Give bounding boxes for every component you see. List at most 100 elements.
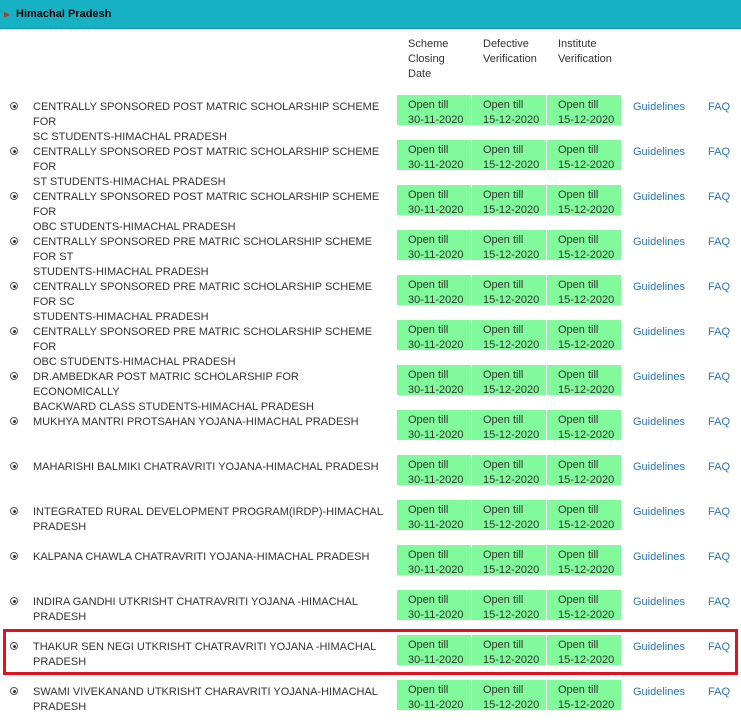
institute-verification-badge-line: Open till xyxy=(558,594,599,606)
institute-verification-badge: Open till 15-12-2020 xyxy=(547,230,621,261)
institute-verification-badge-line: Open till xyxy=(558,504,599,516)
column-header-institute: Institute Verification xyxy=(558,37,630,67)
radio-button[interactable] xyxy=(10,462,18,470)
column-header-closing-line: Closing xyxy=(408,53,445,65)
radio-button[interactable] xyxy=(10,507,18,515)
closing-date-badge-line: 30-11-2020 xyxy=(408,384,464,396)
faq-link[interactable]: FAQ xyxy=(708,415,730,430)
institute-verification-badge-line: 15-12-2020 xyxy=(558,114,615,126)
guidelines-link[interactable]: Guidelines xyxy=(633,235,685,250)
radio-button[interactable] xyxy=(10,417,18,425)
institute-verification-badge: Open till 15-12-2020 xyxy=(547,365,621,396)
closing-date-badge-line: Open till xyxy=(408,234,449,246)
faq-link[interactable]: FAQ xyxy=(708,685,730,700)
defective-verification-badge-line: Open till xyxy=(483,414,524,426)
column-header-institute-line: Verification xyxy=(558,53,612,65)
defective-verification-badge-line: Open till xyxy=(483,144,524,156)
faq-link[interactable]: FAQ xyxy=(708,280,730,295)
faq-link[interactable]: FAQ xyxy=(708,370,730,385)
radio-button[interactable] xyxy=(10,552,18,560)
faq-link[interactable]: FAQ xyxy=(708,325,730,340)
scheme-row: INTEGRATED RURAL DEVELOPMENT PROGRAM(IRD… xyxy=(0,500,741,545)
institute-verification-badge-line: Open till xyxy=(558,189,599,201)
radio-button[interactable] xyxy=(10,102,18,110)
scheme-row: DR.AMBEDKAR POST MATRIC SCHOLARSHIP FOR … xyxy=(0,365,741,413)
closing-date-badge: Open till 30-11-2020 xyxy=(397,545,471,576)
guidelines-link[interactable]: Guidelines xyxy=(633,370,685,385)
radio-button[interactable] xyxy=(10,327,18,335)
institute-verification-badge-line: 15-12-2020 xyxy=(558,249,615,261)
guidelines-link[interactable]: Guidelines xyxy=(633,550,685,565)
faq-link[interactable]: FAQ xyxy=(708,505,730,520)
guidelines-link[interactable]: Guidelines xyxy=(633,280,685,295)
scheme-row: THAKUR SEN NEGI UTKRISHT CHATRAVRITI YOJ… xyxy=(0,635,741,680)
closing-date-badge-line: Open till xyxy=(408,684,449,696)
defective-verification-badge-line: 15-12-2020 xyxy=(483,159,540,171)
scheme-row: MUKHYA MANTRI PROTSAHAN YOJANA-HIMACHAL … xyxy=(0,410,741,455)
scheme-name-line: CENTRALLY SPONSORED POST MATRIC SCHOLARS… xyxy=(33,101,380,128)
defective-verification-badge-line: Open till xyxy=(483,369,524,381)
closing-date-badge-line: Open till xyxy=(408,549,449,561)
defective-verification-badge-line: Open till xyxy=(483,594,524,606)
scheme-name-line: KALPANA CHAWLA CHATRAVRITI YOJANA-HIMACH… xyxy=(33,551,370,563)
closing-date-badge-line: 30-11-2020 xyxy=(408,609,464,621)
closing-date-badge-line: 30-11-2020 xyxy=(408,699,464,711)
radio-button[interactable] xyxy=(10,192,18,200)
closing-date-badge-line: Open till xyxy=(408,414,449,426)
closing-date-badge-line: Open till xyxy=(408,504,449,516)
faq-link[interactable]: FAQ xyxy=(708,100,730,115)
closing-date-badge: Open till 30-11-2020 xyxy=(397,140,471,171)
radio-button[interactable] xyxy=(10,282,18,290)
closing-date-badge: Open till 30-11-2020 xyxy=(397,500,471,531)
faq-link[interactable]: FAQ xyxy=(708,190,730,205)
scheme-name: CENTRALLY SPONSORED PRE MATRIC SCHOLARSH… xyxy=(33,325,388,370)
scheme-name: CENTRALLY SPONSORED POST MATRIC SCHOLARS… xyxy=(33,190,388,235)
defective-verification-badge: Open till 15-12-2020 xyxy=(472,320,546,351)
guidelines-link[interactable]: Guidelines xyxy=(633,685,685,700)
closing-date-badge-line: 30-11-2020 xyxy=(408,204,464,216)
state-header-bar[interactable]: ▸ Himachal Pradesh xyxy=(0,0,741,29)
faq-link[interactable]: FAQ xyxy=(708,550,730,565)
scheme-name: INDIRA GANDHI UTKRISHT CHATRAVRITI YOJAN… xyxy=(33,595,388,625)
defective-verification-badge-line: 15-12-2020 xyxy=(483,249,540,261)
closing-date-badge: Open till 30-11-2020 xyxy=(397,410,471,441)
guidelines-link[interactable]: Guidelines xyxy=(633,640,685,655)
guidelines-link[interactable]: Guidelines xyxy=(633,505,685,520)
defective-verification-badge: Open till 15-12-2020 xyxy=(472,185,546,216)
scheme-row: SWAMI VIVEKANAND UTKRISHT CHARAVRITI YOJ… xyxy=(0,680,741,725)
radio-button[interactable] xyxy=(10,372,18,380)
radio-button[interactable] xyxy=(10,597,18,605)
scheme-name-line: CENTRALLY SPONSORED PRE MATRIC SCHOLARSH… xyxy=(33,281,373,308)
institute-verification-badge-line: 15-12-2020 xyxy=(558,339,615,351)
faq-link[interactable]: FAQ xyxy=(708,640,730,655)
scheme-row: CENTRALLY SPONSORED PRE MATRIC SCHOLARSH… xyxy=(0,230,741,278)
faq-link[interactable]: FAQ xyxy=(708,235,730,250)
guidelines-link[interactable]: Guidelines xyxy=(633,100,685,115)
faq-link[interactable]: FAQ xyxy=(708,460,730,475)
closing-date-badge-line: Open till xyxy=(408,144,449,156)
faq-link[interactable]: FAQ xyxy=(708,145,730,160)
guidelines-link[interactable]: Guidelines xyxy=(633,325,685,340)
scheme-name-line: CENTRALLY SPONSORED PRE MATRIC SCHOLARSH… xyxy=(33,236,373,263)
institute-verification-badge: Open till 15-12-2020 xyxy=(547,410,621,441)
institute-verification-badge: Open till 15-12-2020 xyxy=(547,455,621,486)
institute-verification-badge-line: 15-12-2020 xyxy=(558,294,615,306)
guidelines-link[interactable]: Guidelines xyxy=(633,415,685,430)
scheme-name-line: DR.AMBEDKAR POST MATRIC SCHOLARSHIP FOR … xyxy=(33,371,299,398)
guidelines-link[interactable]: Guidelines xyxy=(633,595,685,610)
scheme-name: CENTRALLY SPONSORED PRE MATRIC SCHOLARSH… xyxy=(33,280,388,325)
radio-button[interactable] xyxy=(10,237,18,245)
guidelines-link[interactable]: Guidelines xyxy=(633,145,685,160)
guidelines-link[interactable]: Guidelines xyxy=(633,460,685,475)
defective-verification-badge: Open till 15-12-2020 xyxy=(472,365,546,396)
closing-date-badge-line: Open till xyxy=(408,324,449,336)
scheme-name-line: PRADESH xyxy=(33,656,87,668)
institute-verification-badge-line: Open till xyxy=(558,144,599,156)
radio-button[interactable] xyxy=(10,687,18,695)
radio-button[interactable] xyxy=(10,642,18,650)
faq-link[interactable]: FAQ xyxy=(708,595,730,610)
radio-button[interactable] xyxy=(10,147,18,155)
column-header-closing: Scheme Closing Date xyxy=(408,37,480,82)
guidelines-link[interactable]: Guidelines xyxy=(633,190,685,205)
closing-date-badge-line: Open till xyxy=(408,639,449,651)
